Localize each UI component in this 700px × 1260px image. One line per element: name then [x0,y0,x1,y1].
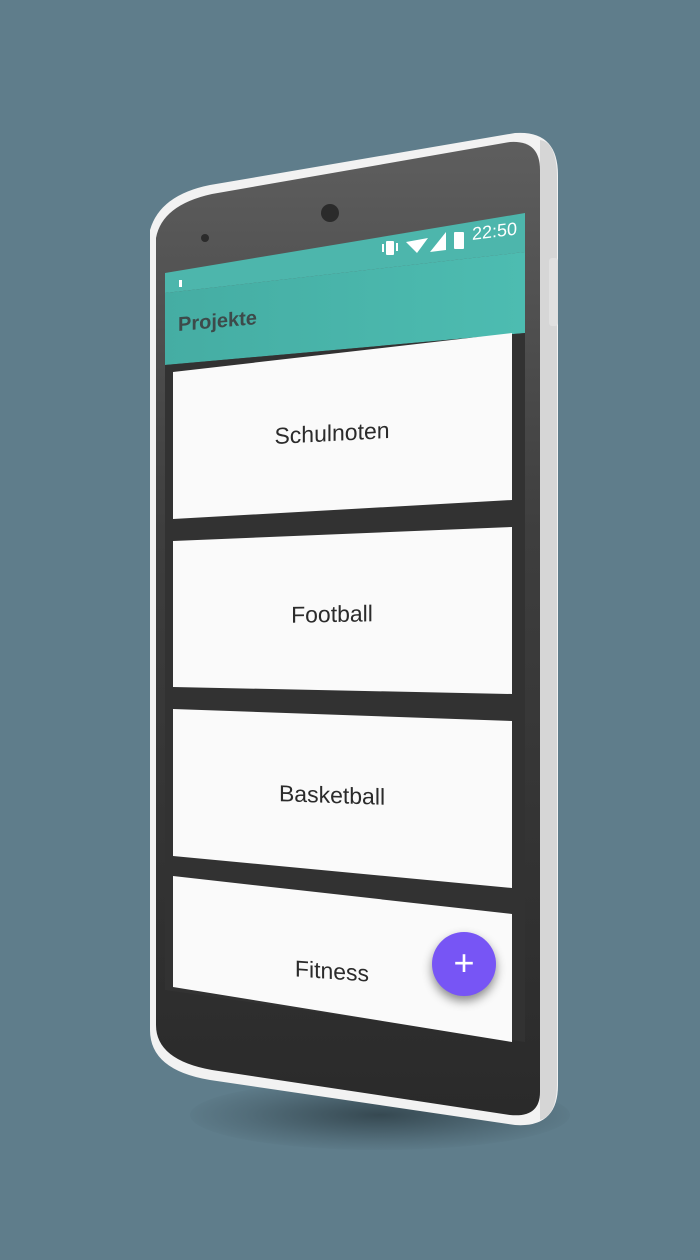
phone-device [150,132,558,1126]
add-project-button[interactable]: + [432,932,496,996]
front-camera [321,204,339,222]
side-button [549,258,558,326]
plus-icon: + [453,941,475,983]
proximity-sensor [201,234,209,242]
battery-icon [454,232,464,249]
notification-icon [179,280,182,287]
project-label-football: Football [291,600,373,628]
mockup-stage: 22:50 Projekte Schulnoten Football Baske… [0,0,700,1260]
